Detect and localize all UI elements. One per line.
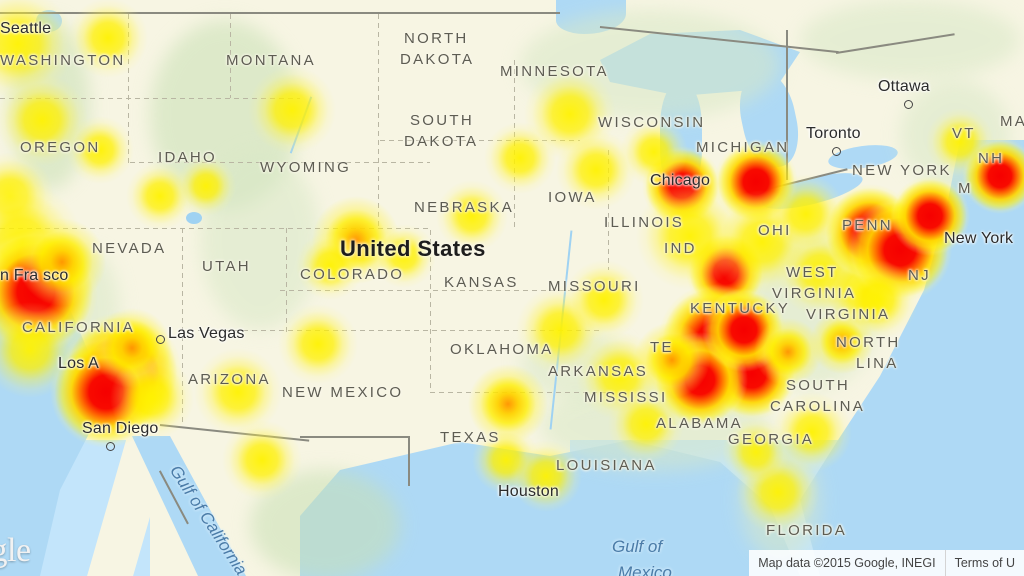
terrain-florida: [740, 440, 820, 560]
border-state-v4: [286, 228, 287, 332]
border-state-v7: [514, 60, 515, 230]
city-marker-icon: [832, 147, 841, 156]
terrain-ozarks: [520, 330, 630, 400]
border-state-h6: [430, 392, 610, 393]
border-state-h2: [130, 162, 430, 163]
outage-heatmap[interactable]: WASHINGTON MONTANA OREGON IDAHO WYOMING NORTH…: [0, 0, 1024, 576]
border-mexico-coast: [408, 436, 410, 486]
city-marker-icon: [156, 335, 165, 344]
terrain-cascades: [10, 20, 90, 190]
map-data-attribution: Map data ©2015 Google, INEGI: [749, 550, 945, 576]
terrain-great-lakes-forest: [520, 10, 780, 120]
border-state-h1: [0, 98, 300, 99]
google-logo[interactable]: ogle: [0, 532, 31, 570]
terrain-rockies-mid: [200, 150, 320, 330]
terrain-new-england: [900, 80, 1010, 190]
border-state-v5: [182, 228, 183, 424]
terrain-appalachia: [740, 230, 880, 390]
border-us-mexico-east: [300, 436, 410, 438]
border-state-h7: [380, 140, 580, 141]
border-state-h3: [0, 228, 430, 229]
border-state-v6: [430, 230, 431, 392]
border-state-h4: [280, 290, 600, 291]
terms-of-use-link[interactable]: Terms of U: [945, 550, 1024, 576]
border-canada-ontario: [786, 30, 788, 180]
border-state-v2: [230, 14, 231, 98]
border-canada-us-west: [0, 12, 560, 14]
city-marker-icon: [904, 100, 913, 109]
border-state-v8: [608, 150, 609, 270]
terrain-sierra-madre: [250, 470, 400, 576]
city-marker-icon: [106, 442, 115, 451]
border-state-v3: [378, 14, 379, 230]
map-attribution-bar: Map data ©2015 Google, INEGI Terms of U: [749, 550, 1024, 576]
border-state-v1: [128, 14, 129, 164]
terrain-sierra: [60, 250, 120, 380]
border-state-h5: [180, 330, 600, 331]
lake-great-salt: [186, 212, 202, 224]
